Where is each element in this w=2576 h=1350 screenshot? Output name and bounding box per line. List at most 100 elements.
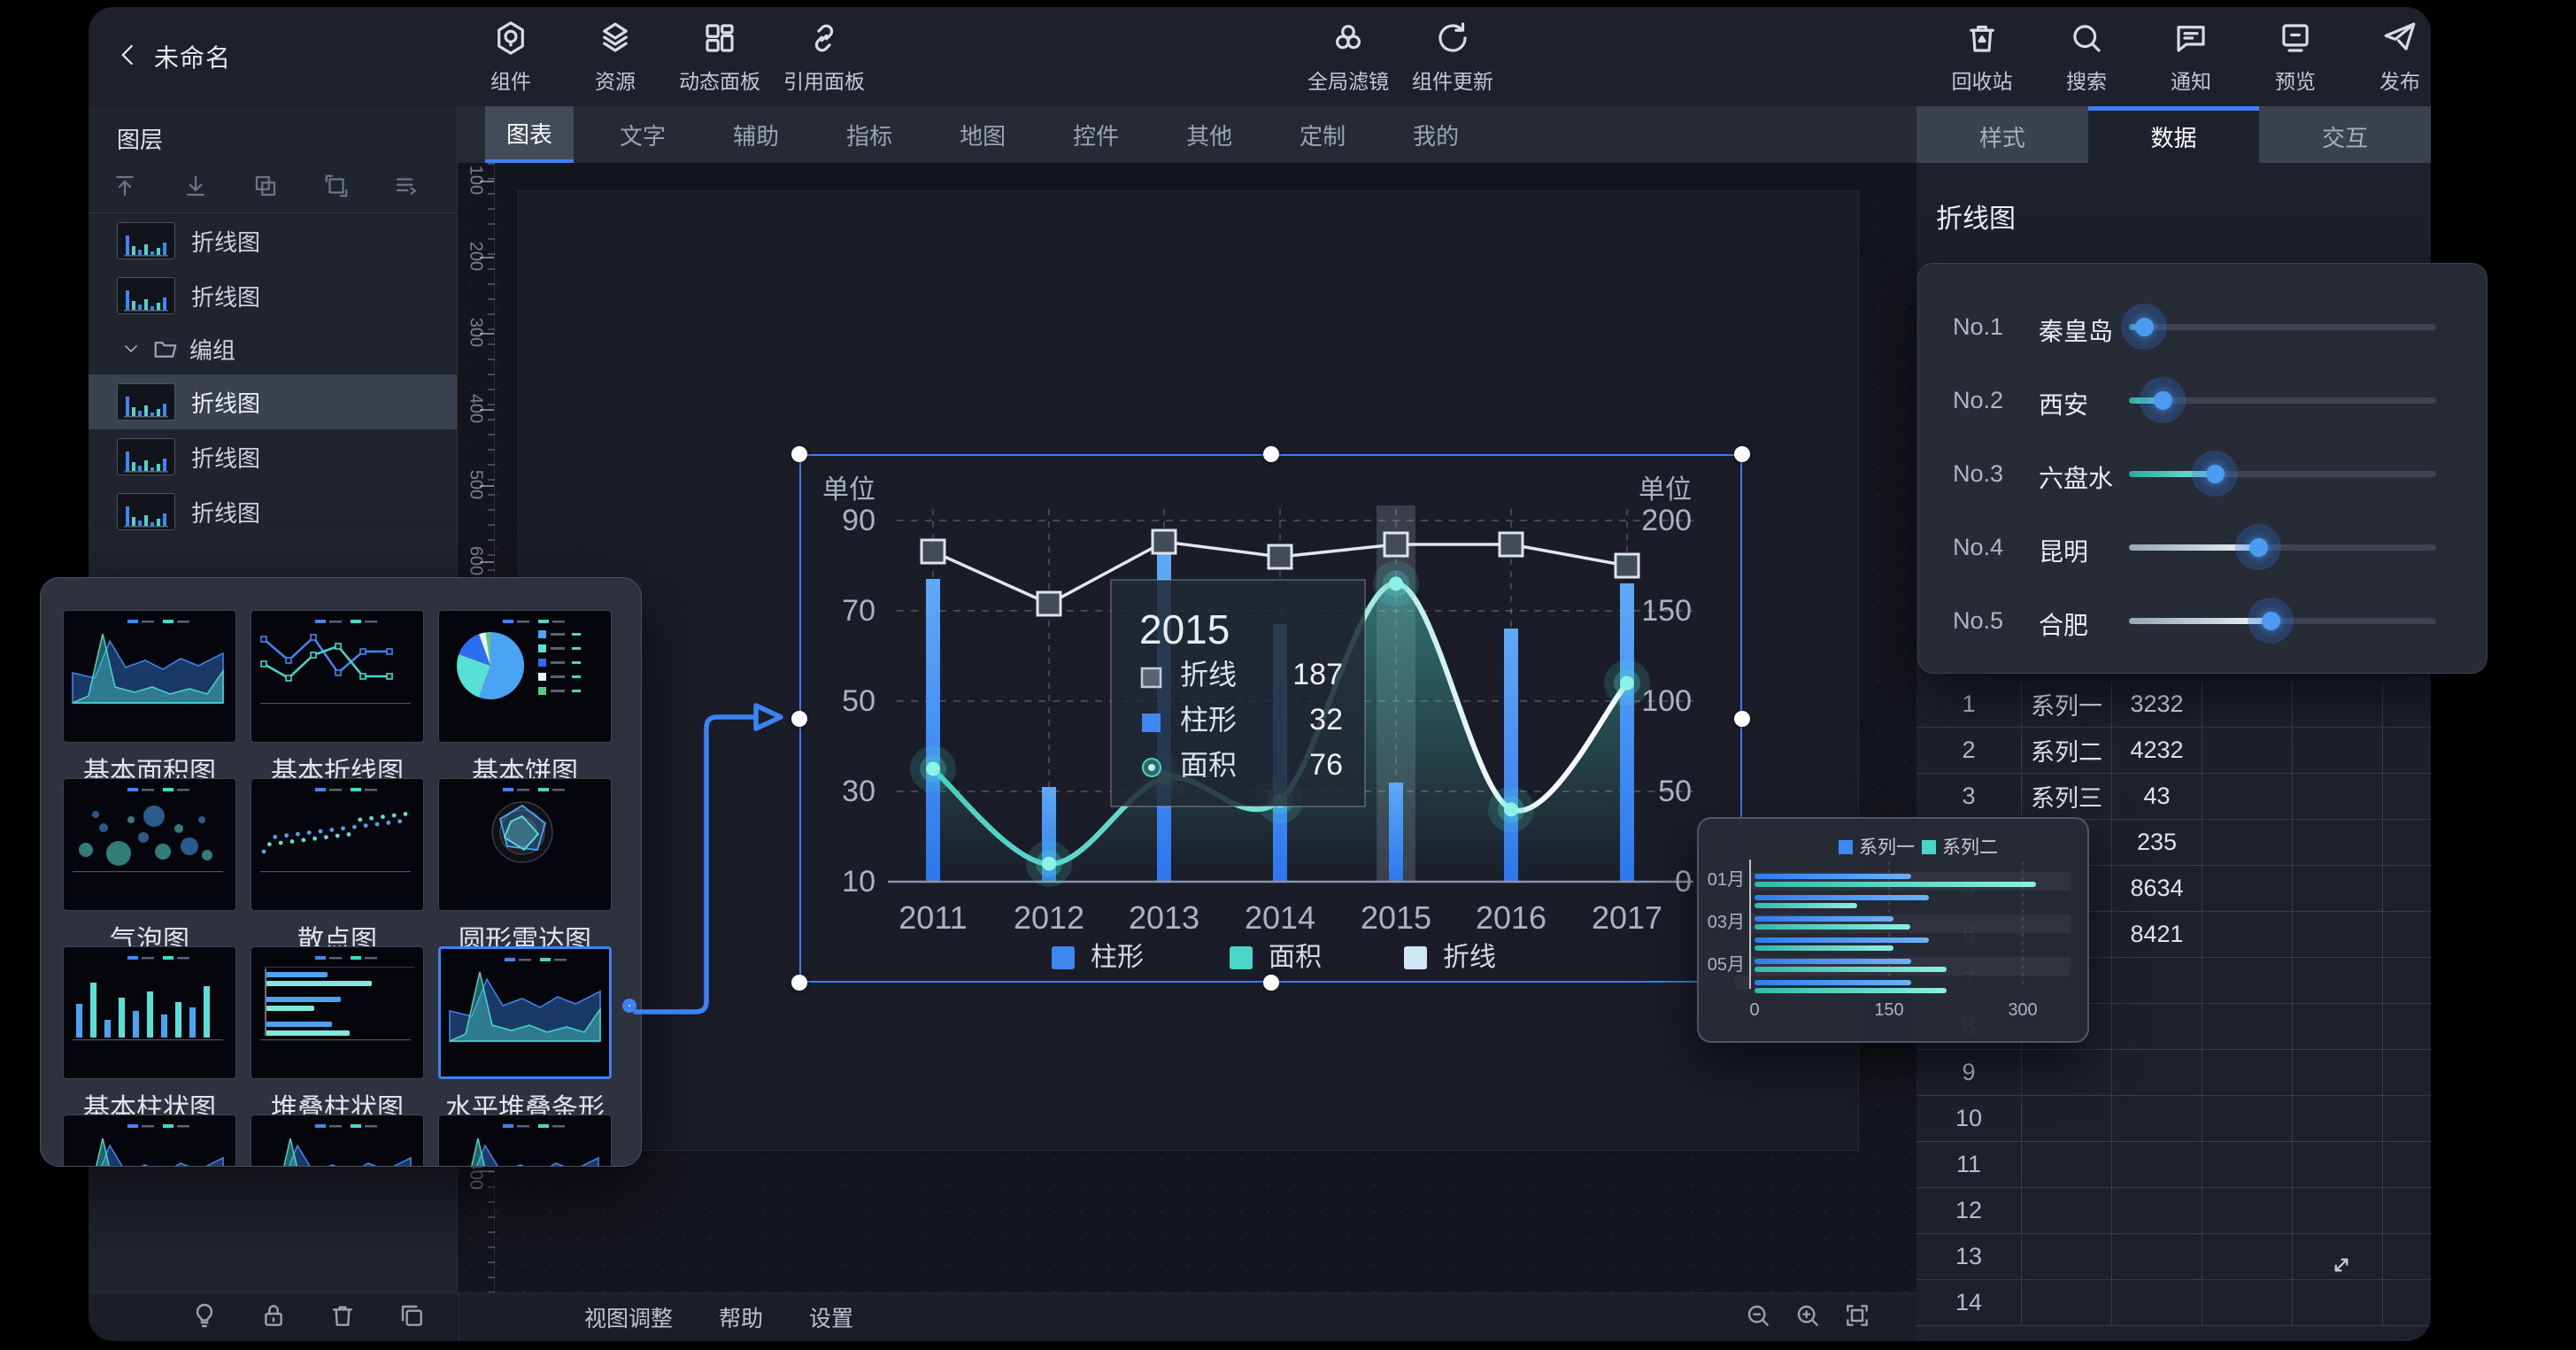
series-name-cell[interactable]: 系列一 [2022,682,2112,727]
picker-connector-dot[interactable] [622,999,636,1013]
component-tab-1[interactable]: 文字 [598,106,687,163]
empty-cell[interactable] [2383,1280,2431,1325]
layers-ungroup-button[interactable] [323,173,350,204]
layers-group-button[interactable] [252,173,279,204]
slider-track[interactable] [2129,397,2436,404]
inspector-tab-1[interactable]: 数据 [2088,106,2260,163]
selection-handle[interactable] [1734,446,1750,462]
series-name-cell[interactable] [2022,1234,2112,1279]
slider-handle[interactable] [2262,612,2280,630]
empty-cell[interactable] [2293,1188,2383,1233]
empty-cell[interactable] [2202,1280,2293,1325]
empty-cell[interactable] [2383,1142,2431,1187]
empty-cell[interactable] [2293,682,2383,727]
bottombar-menu-item-0[interactable]: 视图调整 [584,1301,673,1333]
slider-handle[interactable] [2154,391,2172,410]
selection-handle[interactable] [1734,711,1750,727]
topbar-recycle-bin-button[interactable]: 回收站 [1930,19,2034,95]
value-cell[interactable] [2112,1188,2202,1233]
slider-track[interactable] [2129,618,2436,624]
selection-handle[interactable] [1263,446,1279,462]
topbar-search-button[interactable]: 搜索 [2034,19,2139,95]
slider-track[interactable] [2129,544,2436,551]
empty-cell[interactable] [2383,682,2431,727]
table-row[interactable]: 12 [1917,1188,2431,1234]
bottombar-lock-button[interactable] [259,1301,288,1334]
bottombar-menu-item-1[interactable]: 帮助 [719,1301,763,1333]
empty-cell[interactable] [2202,728,2293,773]
topbar-notification-button[interactable]: 通知 [2139,19,2243,95]
empty-cell[interactable] [2293,866,2383,911]
picker-tile-partial[interactable] [63,1115,236,1167]
table-row[interactable]: 10 [1917,1096,2431,1142]
topbar-component-update-button[interactable]: 组件更新 [1400,19,1505,95]
layers-bring-to-front-button[interactable] [112,173,138,204]
empty-cell[interactable] [2293,1004,2383,1049]
table-row[interactable]: 2 系列二 4232 [1917,728,2431,774]
table-row[interactable]: 11 [1917,1142,2431,1188]
empty-cell[interactable] [2293,820,2383,865]
empty-cell[interactable] [2383,820,2431,865]
component-tab-6[interactable]: 其他 [1165,106,1253,163]
slider-track[interactable] [2129,471,2436,477]
empty-cell[interactable] [2202,1096,2293,1141]
value-cell[interactable] [2112,1280,2202,1325]
picker-tile-hbar[interactable] [251,946,424,1079]
empty-cell[interactable] [2293,1050,2383,1095]
component-tab-3[interactable]: 指标 [825,106,914,163]
value-cell[interactable]: 235 [2112,820,2202,865]
value-cell[interactable]: 4232 [2112,728,2202,773]
selection-handle[interactable] [791,711,807,727]
empty-cell[interactable] [2202,774,2293,819]
slider-handle[interactable] [2206,465,2225,483]
table-row[interactable]: 14 [1917,1280,2431,1326]
slider-handle[interactable] [2135,318,2154,336]
empty-cell[interactable] [2202,820,2293,865]
component-tab-4[interactable]: 地图 [938,106,1027,163]
fit-screen-button[interactable] [1843,1301,1871,1334]
value-cell[interactable] [2112,1050,2202,1095]
empty-cell[interactable] [2383,728,2431,773]
empty-cell[interactable] [2202,958,2293,1003]
layer-item[interactable]: 折线图 [89,268,457,323]
picker-tile-area[interactable] [63,610,236,743]
table-row[interactable]: 9 [1917,1050,2431,1096]
inspector-tab-0[interactable]: 样式 [1917,106,2088,163]
topbar-publish-button[interactable]: 发布 [2348,19,2431,95]
empty-cell[interactable] [2293,1280,2383,1325]
picker-tile-radar[interactable] [438,778,612,911]
value-cell[interactable] [2112,958,2202,1003]
component-tab-5[interactable]: 控件 [1052,106,1140,163]
topbar-global-filter-button[interactable]: 全局滤镜 [1296,19,1400,95]
series-name-cell[interactable] [2022,1188,2112,1233]
series-name-cell[interactable]: 系列二 [2022,728,2112,773]
series-name-cell[interactable]: 系列三 [2022,774,2112,819]
picker-tile-line[interactable] [251,610,424,743]
empty-cell[interactable] [2383,1188,2431,1233]
topbar-preview-button[interactable]: 预览 [2243,19,2348,95]
empty-cell[interactable] [2293,1142,2383,1187]
topbar-component-button[interactable]: 组件 [459,19,563,95]
bottombar-trash-button[interactable] [328,1301,357,1334]
topbar-reference-panel-button[interactable]: 引用面板 [772,19,876,95]
selection-handle[interactable] [1263,975,1279,991]
empty-cell[interactable] [2202,1234,2293,1279]
value-cell[interactable]: 3232 [2112,682,2202,727]
slider-track[interactable] [2129,324,2436,330]
empty-cell[interactable] [2202,866,2293,911]
picker-tile-pie[interactable] [438,610,612,743]
selection-handle[interactable] [791,446,807,462]
layers-send-to-back-button[interactable] [182,173,209,204]
value-cell[interactable]: 8634 [2112,866,2202,911]
series-name-cell[interactable] [2022,1096,2112,1141]
layer-item[interactable]: 折线图 [89,374,457,429]
bottombar-idea-button[interactable] [190,1301,219,1334]
empty-cell[interactable] [2383,1234,2431,1279]
empty-cell[interactable] [2383,774,2431,819]
back-button[interactable]: 未命名 [115,7,231,106]
component-tab-0[interactable]: 图表 [485,106,574,163]
picker-tile-scatter[interactable] [251,778,424,911]
picker-tile-area[interactable] [438,946,612,1079]
series-name-cell[interactable] [2022,1142,2112,1187]
table-row[interactable]: 3 系列三 43 [1917,774,2431,820]
